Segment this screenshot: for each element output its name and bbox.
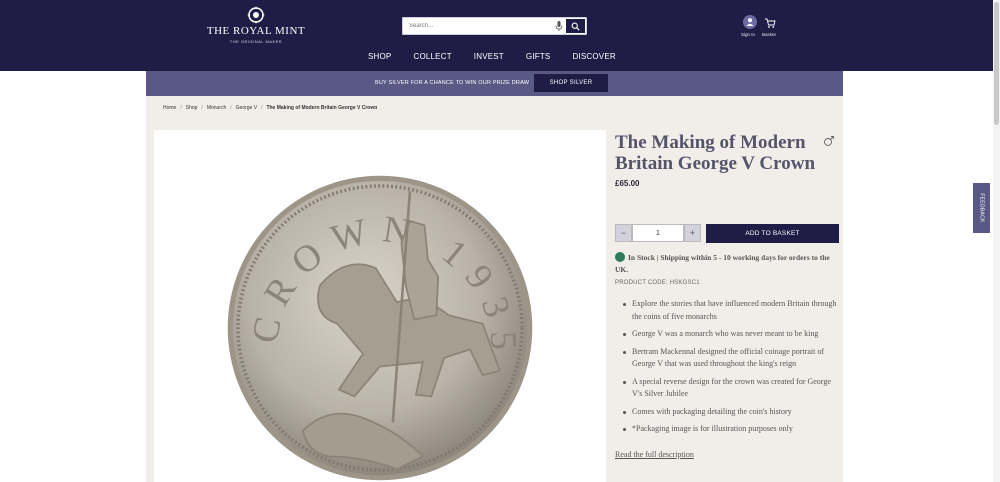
shop-silver-button[interactable]: SHOP SILVER <box>534 74 608 92</box>
logo-subtext: THE ORIGINAL MAKER <box>229 39 283 44</box>
nav-invest[interactable]: INVEST <box>474 52 504 61</box>
quantity-input[interactable] <box>632 224 684 242</box>
basket-link[interactable]: Basket <box>762 32 776 37</box>
breadcrumb: Home / Shop / Monarch / George V / The M… <box>163 105 377 111</box>
breadcrumb-shop[interactable]: Shop <box>186 105 198 111</box>
add-to-basket-button[interactable]: ADD TO BASKET <box>706 224 839 243</box>
signin-link[interactable]: Sign In <box>741 32 755 37</box>
breadcrumb-home[interactable]: Home <box>163 105 176 111</box>
read-full-description-link[interactable]: Read the full description <box>615 450 694 459</box>
scrollbar-thumb[interactable] <box>994 2 999 125</box>
feedback-tab[interactable]: FEEDBACK <box>973 183 990 233</box>
search-button[interactable] <box>565 18 586 34</box>
search-icon <box>571 22 580 31</box>
nav-collect[interactable]: COLLECT <box>413 52 451 61</box>
breadcrumb-separator: / <box>230 105 232 111</box>
logo-text: THE ROYAL MINT <box>206 25 306 37</box>
site-header: THE ROYAL MINT THE ORIGINAL MAKER Search… <box>0 0 1000 71</box>
product-info: The Making of Modern Britain George V Cr… <box>615 132 843 459</box>
crest-icon <box>247 6 265 24</box>
nav-gifts[interactable]: GIFTS <box>526 52 551 61</box>
feature-item: A special reverse design for the crown w… <box>615 376 841 401</box>
breadcrumb-current: The Making of Modern Britain George V Cr… <box>266 105 378 111</box>
coin-image: CROWN 1935 <box>227 175 533 481</box>
feature-list: Explore the stories that have influenced… <box>615 298 841 441</box>
quantity-increase-button[interactable]: + <box>684 224 701 242</box>
feature-item: *Packaging image is for illustration pur… <box>615 423 841 436</box>
product-title: The Making of Modern Britain George V Cr… <box>615 132 816 174</box>
stock-text: In Stock | Shipping within 5 - 10 workin… <box>615 253 830 274</box>
breadcrumb-separator: / <box>201 105 203 111</box>
basket-icon[interactable] <box>764 17 776 29</box>
breadcrumb-separator: / <box>261 105 263 111</box>
breadcrumb-george-v[interactable]: George V <box>236 105 257 111</box>
microphone-icon[interactable] <box>554 20 564 32</box>
promo-banner: BUY SILVER FOR A CHANCE TO WIN OUR PRIZE… <box>146 71 843 96</box>
feature-item: Explore the stories that have influenced… <box>615 298 841 323</box>
feature-item: George V was a monarch who was never mea… <box>615 328 841 341</box>
search-input[interactable] <box>403 18 553 34</box>
breadcrumb-monarch[interactable]: Monarch <box>207 105 226 111</box>
quantity-decrease-button[interactable]: − <box>615 224 632 242</box>
person-icon <box>746 18 754 26</box>
search-bar <box>402 17 587 35</box>
stock-status: In Stock | Shipping within 5 - 10 workin… <box>615 252 839 276</box>
feedback-label: FEEDBACK <box>978 193 985 223</box>
breadcrumb-separator: / <box>180 105 182 111</box>
share-icon[interactable] <box>823 135 835 147</box>
user-icon[interactable] <box>743 15 757 29</box>
main-nav: SHOP COLLECT INVEST GIFTS DISCOVER <box>368 52 638 61</box>
product-main: Home / Shop / Monarch / George V / The M… <box>146 96 843 482</box>
account-area: Sign In Basket <box>739 15 781 41</box>
nav-discover[interactable]: DISCOVER <box>572 52 615 61</box>
check-circle-icon <box>615 252 625 262</box>
feature-item: Bertram Mackennal designed the official … <box>615 346 841 371</box>
page-scrollbar[interactable] <box>993 0 1000 482</box>
product-image-panel[interactable]: CROWN 1935 <box>154 130 606 482</box>
product-price: £65.00 <box>615 179 640 188</box>
product-code: PRODUCT CODE: HSKGSC1 <box>615 280 700 286</box>
royal-mint-logo[interactable]: THE ROYAL MINT THE ORIGINAL MAKER <box>206 5 306 44</box>
promo-text: BUY SILVER FOR A CHANCE TO WIN OUR PRIZE… <box>375 80 530 86</box>
quantity-row: − + ADD TO BASKET <box>615 224 843 243</box>
feature-item: Comes with packaging detailing the coin'… <box>615 406 841 419</box>
nav-shop[interactable]: SHOP <box>368 52 391 61</box>
